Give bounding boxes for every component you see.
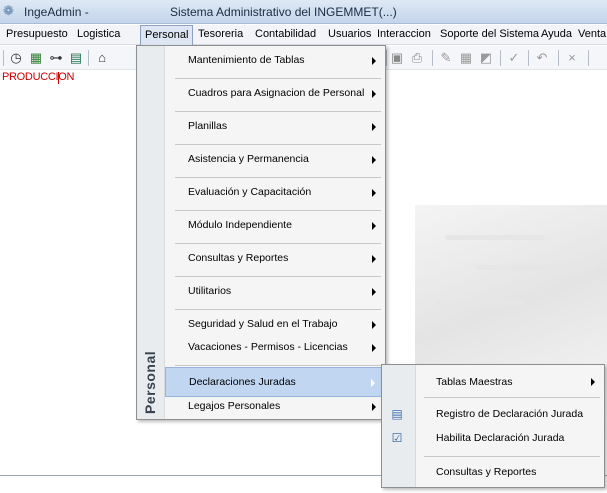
- print-icon[interactable]: ⎙: [409, 50, 425, 66]
- menu-item-mantenimiento-tablas[interactable]: Mantenimiento de Tablas: [165, 46, 383, 76]
- submenu-arrow-icon: [372, 344, 376, 352]
- book-icon[interactable]: ▤: [68, 50, 84, 66]
- declaraciones-submenu: Tablas Maestras ▤ Registro de Declaració…: [381, 364, 605, 488]
- close-icon[interactable]: ×: [564, 50, 580, 66]
- document-icon: ▤: [391, 407, 403, 421]
- menu-contabilidad[interactable]: Contabilidad: [255, 28, 316, 40]
- menu-soporte-sistema[interactable]: Soporte del Sistema: [440, 28, 539, 40]
- menu-venta[interactable]: Venta: [578, 28, 606, 40]
- toolbar-separator: [588, 50, 589, 66]
- window-title: Sistema Administrativo del INGEMMET(...): [170, 5, 397, 19]
- menu-logistica[interactable]: Logistica: [77, 28, 120, 40]
- environment-label: PRODUCCION: [2, 71, 75, 83]
- submenu-arrow-icon: [372, 189, 376, 197]
- menu-item-label: Consultas y Reportes: [188, 252, 289, 264]
- app-gear-icon: ❁: [3, 3, 14, 18]
- menu-item-consultas-reportes[interactable]: Consultas y Reportes: [165, 244, 383, 274]
- personal-menu: Personal Mantenimiento de Tablas Cuadros…: [136, 45, 386, 420]
- preview-icon[interactable]: ▣: [389, 50, 405, 66]
- menu-item-modulo-independiente[interactable]: Módulo Independiente: [165, 211, 383, 241]
- menu-item-label: Seguridad y Salud en el Trabajo: [188, 318, 338, 330]
- submenu-item-tablas-maestras[interactable]: Tablas Maestras: [416, 367, 602, 397]
- title-bar: ❁ IngeAdmin - Sistema Administrativo del…: [0, 0, 607, 24]
- chart-icon[interactable]: ◩: [478, 50, 494, 66]
- background-stroke: [435, 300, 525, 305]
- submenu-arrow-icon: [372, 321, 376, 329]
- key-icon[interactable]: ⊶: [48, 50, 64, 66]
- background-stroke: [445, 235, 545, 240]
- menu-item-label: Módulo Independiente: [188, 219, 292, 231]
- menu-item-label: Asistencia y Permanencia: [188, 153, 309, 165]
- menu-separator: [424, 397, 600, 398]
- undo-icon[interactable]: ↶: [534, 50, 550, 66]
- submenu-arrow-icon: [591, 378, 595, 386]
- menu-item-label: Declaraciones Juradas: [189, 376, 296, 388]
- submenu-item-consultas-reportes[interactable]: Consultas y Reportes: [416, 457, 602, 487]
- menu-item-vacaciones[interactable]: Vacaciones - Permisos - Licencias: [165, 333, 383, 363]
- menu-item-utilitarios[interactable]: Utilitarios: [165, 277, 383, 307]
- bank-icon[interactable]: ⌂: [94, 50, 110, 66]
- submenu-arrow-icon: [372, 156, 376, 164]
- menu-ayuda[interactable]: Ayuda: [541, 28, 572, 40]
- submenu-item-label: Tablas Maestras: [436, 376, 513, 388]
- toolbar-separator: [386, 50, 387, 66]
- menu-item-label: Cuadros para Asignacion de Personal: [188, 87, 365, 99]
- submenu-arrow-icon: [371, 379, 375, 387]
- submenu-arrow-icon: [372, 255, 376, 263]
- background-stroke: [475, 265, 595, 270]
- menu-item-evaluacion[interactable]: Evaluación y Capacitación: [165, 178, 383, 208]
- menu-item-label: Mantenimiento de Tablas: [188, 54, 305, 66]
- menu-separator: [175, 365, 381, 366]
- menu-item-asistencia[interactable]: Asistencia y Permanencia: [165, 145, 383, 175]
- menu-item-label: Planillas: [188, 120, 228, 132]
- submenu-item-label: Registro de Declaración Jurada: [436, 408, 584, 420]
- check-icon[interactable]: ✓: [506, 50, 522, 66]
- menu-item-label: Evaluación y Capacitación: [188, 186, 312, 198]
- submenu-arrow-icon: [372, 57, 376, 65]
- menu-bar: Presupuesto Logistica Personal Tesoreria…: [0, 25, 607, 46]
- submenu-arrow-icon: [372, 403, 376, 411]
- menu-tesoreria[interactable]: Tesoreria: [198, 28, 243, 40]
- submenu-item-habilita-declaracion[interactable]: ☑ Habilita Declaración Jurada: [392, 423, 602, 453]
- menu-gutter: [382, 365, 416, 487]
- menu-item-label: Legajos Personales: [188, 400, 281, 412]
- toolbar-separator: [500, 50, 501, 66]
- menu-item-legajos-personales[interactable]: Legajos Personales: [165, 392, 383, 422]
- toolbar-separator: [88, 50, 89, 66]
- submenu-arrow-icon: [372, 123, 376, 131]
- menu-side-label: Personal: [142, 350, 158, 414]
- menu-item-label: Vacaciones - Permisos - Licencias: [188, 341, 348, 353]
- app-name: IngeAdmin -: [24, 5, 89, 19]
- edit-icon[interactable]: ✎: [438, 50, 454, 66]
- grid-icon[interactable]: ▦: [458, 50, 474, 66]
- toolbar-separator: [528, 50, 529, 66]
- menu-item-label: Utilitarios: [188, 285, 232, 297]
- toolbar-separator: [432, 50, 433, 66]
- environment-divider: [58, 72, 59, 84]
- calendar-icon[interactable]: ▦: [28, 50, 44, 66]
- submenu-arrow-icon: [372, 222, 376, 230]
- clock-icon[interactable]: ◷: [8, 50, 24, 66]
- menu-usuarios[interactable]: Usuarios: [328, 28, 371, 40]
- menu-presupuesto[interactable]: Presupuesto: [6, 28, 68, 40]
- submenu-arrow-icon: [372, 90, 376, 98]
- toolbar-separator: [558, 50, 559, 66]
- toolbar-grip: [3, 50, 4, 66]
- submenu-arrow-icon: [372, 288, 376, 296]
- submenu-item-label: Consultas y Reportes: [436, 466, 537, 478]
- menu-interaccion[interactable]: Interaccion: [377, 28, 431, 40]
- submenu-item-label: Habilita Declaración Jurada: [436, 432, 565, 444]
- checklist-icon: ☑: [391, 431, 403, 445]
- menu-item-cuadros-asignacion[interactable]: Cuadros para Asignacion de Personal: [165, 79, 383, 109]
- menu-item-planillas[interactable]: Planillas: [165, 112, 383, 142]
- menu-personal[interactable]: Personal: [140, 25, 194, 46]
